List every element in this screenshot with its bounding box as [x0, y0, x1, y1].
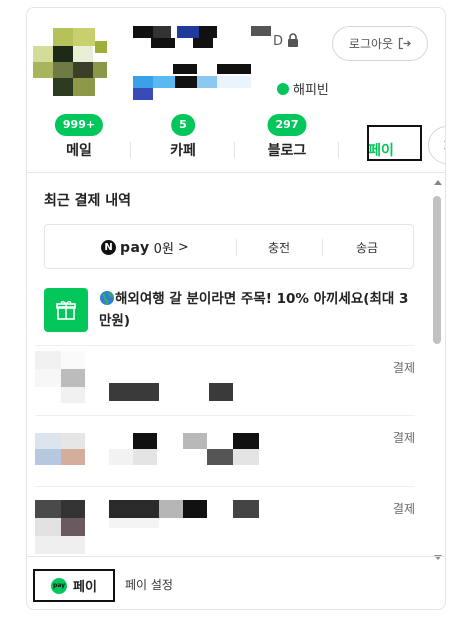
tab-mail[interactable]: 999+ 메일 — [27, 114, 131, 172]
tab-cafe-label: 카페 — [170, 143, 196, 159]
globe-icon — [100, 291, 114, 305]
history-status: 결제 — [392, 361, 415, 375]
divider — [35, 486, 415, 487]
history-thumbnail — [35, 433, 95, 473]
scroll-up-arrow[interactable] — [434, 180, 442, 185]
cafe-badge: 5 — [171, 114, 195, 136]
pay-logo-icon: pay — [51, 577, 68, 594]
happybean-link[interactable]: 해피빈 — [277, 79, 329, 98]
npay-balance-link[interactable]: N pay 0원 > — [101, 238, 189, 257]
history-title-mosaic — [109, 500, 269, 532]
npay-balance: 0원 — [153, 242, 174, 257]
footer-pay-button[interactable]: pay 페이 — [33, 569, 115, 602]
history-status: 결제 — [392, 502, 415, 516]
promo-text: 해외여행 갈 분이라면 주목! 10% 아끼세요(최대 3만원) — [99, 291, 409, 329]
history-item[interactable]: 결제 — [35, 415, 415, 485]
promo-link[interactable]: 해외여행 갈 분이라면 주목! 10% 아끼세요(최대 3만원) — [99, 288, 419, 332]
npay-logo-icon: N — [101, 240, 116, 255]
pay-settings-link[interactable]: 페이 설정 — [125, 576, 173, 593]
transfer-button[interactable]: 송금 — [327, 239, 407, 256]
tab-cafe[interactable]: 5 카페 — [131, 114, 235, 172]
section-title: 최근 결제 내역 — [44, 193, 132, 209]
charge-button[interactable]: 충전 — [239, 239, 319, 256]
history-title-mosaic — [109, 433, 269, 473]
chevron-right-icon: > — [177, 240, 189, 255]
history-title-mosaic — [109, 383, 269, 401]
divider — [35, 415, 415, 416]
divider — [35, 345, 415, 346]
history-thumbnail — [35, 500, 95, 556]
npay-summary-box: N pay 0원 > 충전 송금 — [44, 224, 414, 269]
npay-word: pay — [120, 239, 150, 256]
scroll-thumb[interactable] — [433, 196, 441, 344]
blog-badge: 297 — [267, 114, 307, 136]
tab-mail-label: 메일 — [66, 143, 92, 159]
happybean-label: 해피빈 — [293, 83, 329, 98]
logout-icon — [398, 37, 411, 50]
avatar[interactable] — [33, 28, 111, 96]
divider — [236, 239, 237, 256]
user-name-mosaic — [133, 26, 283, 100]
history-item[interactable]: 결제 — [35, 486, 415, 556]
user-panel: D 해피빈 로그아웃 999+ 메일 5 카페 297 블로그 페이 최근 결제… — [26, 7, 446, 610]
user-name-suffix: D — [273, 34, 284, 49]
history-item[interactable]: 결제 — [35, 345, 415, 415]
gift-icon[interactable] — [44, 288, 88, 332]
happybean-icon — [277, 82, 289, 95]
pay-tab-highlight — [367, 125, 422, 161]
tab-blog-label: 블로그 — [267, 143, 307, 159]
mail-badge: 999+ — [54, 114, 104, 136]
tab-blog[interactable]: 297 블로그 — [235, 114, 339, 172]
divider — [322, 239, 323, 256]
footer-pay-label: 페이 — [73, 580, 97, 595]
chevron-right-icon — [444, 140, 445, 150]
lock-icon — [288, 33, 298, 47]
history-thumbnail — [35, 351, 95, 407]
history-status: 결제 — [392, 431, 415, 445]
scrollbar[interactable] — [432, 180, 444, 560]
logout-button[interactable]: 로그아웃 — [332, 26, 428, 61]
logout-label: 로그아웃 — [348, 37, 394, 51]
footer: pay 페이 페이 설정 — [27, 556, 445, 609]
